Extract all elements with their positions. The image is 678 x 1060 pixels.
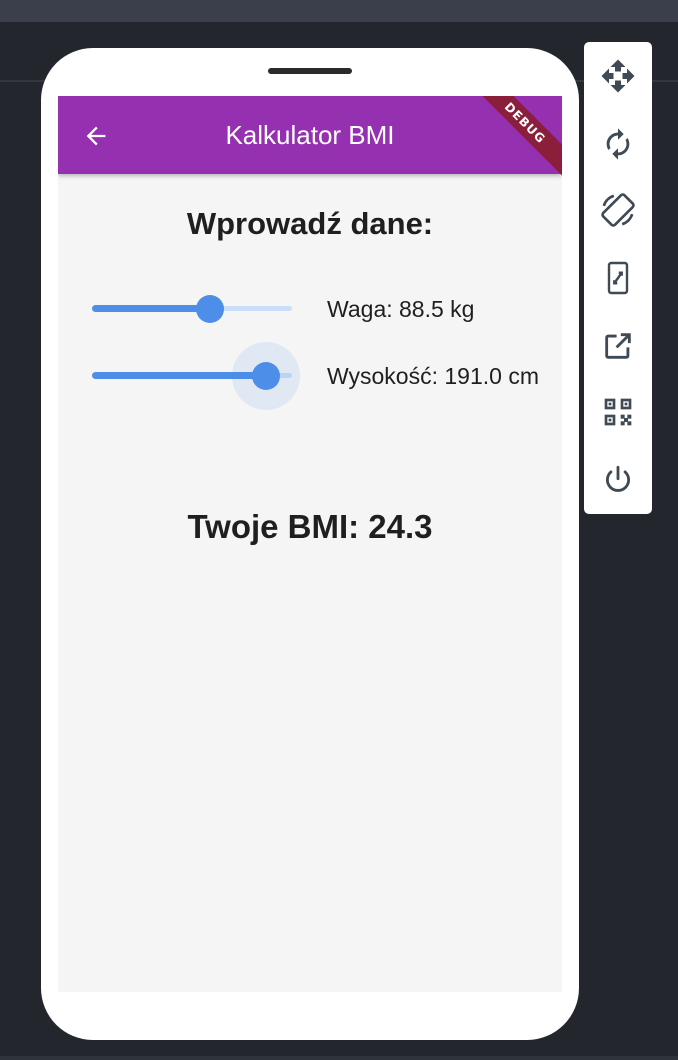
resize-icon [607, 261, 629, 295]
debug-banner: DEBUG [464, 96, 562, 184]
app-bar-title: Kalkulator BMI [225, 120, 395, 150]
move-icon [601, 59, 635, 93]
rotate-device-button[interactable] [598, 190, 638, 230]
open-external-icon [605, 333, 631, 359]
move-button[interactable] [598, 56, 638, 96]
resize-button[interactable] [598, 258, 638, 298]
rotate-button[interactable] [598, 124, 638, 164]
height-slider[interactable] [90, 342, 300, 410]
height-label: Wysokość: 191.0 cm [327, 363, 539, 389]
device-speaker [268, 68, 352, 74]
power-button[interactable] [598, 460, 638, 500]
rotate-icon [606, 128, 630, 160]
weight-label: Waga: 88.5 kg [327, 296, 475, 322]
weight-slider[interactable] [90, 289, 294, 329]
open-external-button[interactable] [598, 326, 638, 366]
slider-thumb[interactable] [252, 362, 280, 390]
back-button[interactable] [78, 118, 114, 154]
app-bar: Kalkulator BMI DEBUG [58, 96, 562, 184]
power-icon [605, 465, 631, 492]
bmi-result: Twoje BMI: 24.3 [187, 508, 433, 545]
input-heading: Wprowadź dane: [186, 206, 434, 241]
emulator-toolbar [584, 42, 652, 514]
rotate-device-icon [601, 193, 635, 227]
slider-track-active [92, 305, 210, 312]
qr-code-icon [604, 398, 632, 426]
divider [0, 1056, 678, 1060]
slider-thumb[interactable] [196, 295, 224, 323]
arrow-back-icon [86, 126, 106, 146]
app-screen: Kalkulator BMI DEBUG Wprowadź dane: Waga… [58, 96, 562, 992]
window-top-bar [0, 0, 678, 22]
qr-code-button[interactable] [598, 392, 638, 432]
